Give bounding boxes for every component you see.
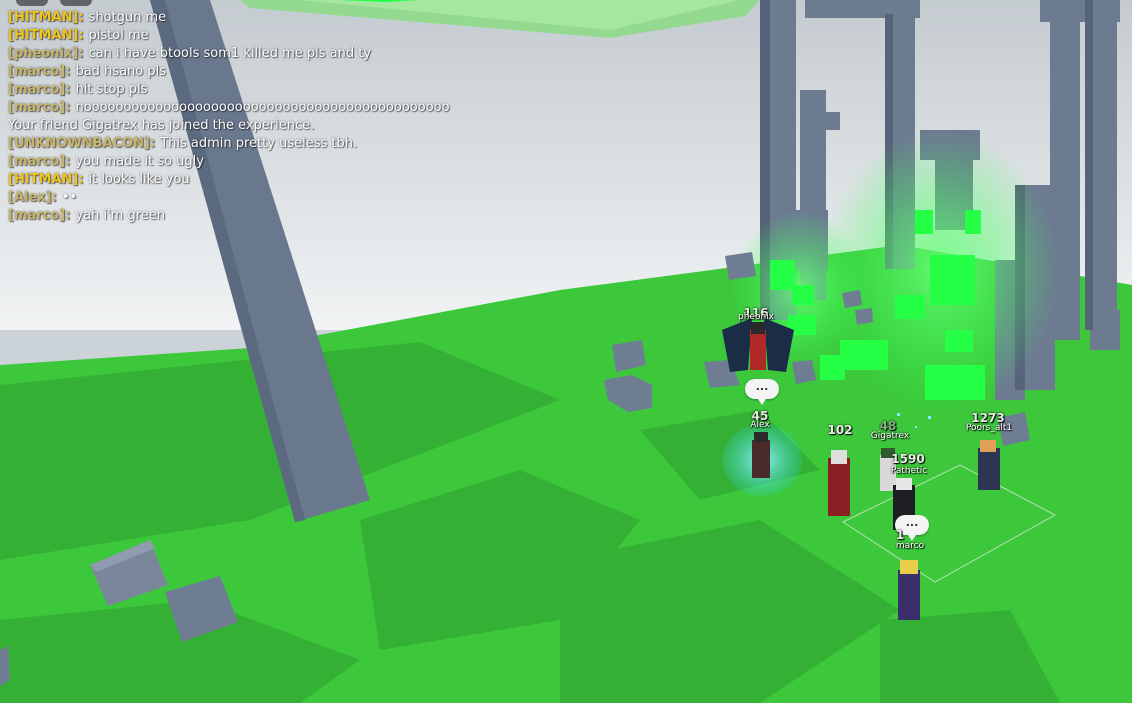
chat-sender[interactable]: [marco]: — [8, 100, 70, 115]
chat-text: hit stop pls — [75, 82, 148, 97]
chat-message: [pheonix]: can i have btools som1 killed … — [8, 45, 568, 63]
avatar-pheonix[interactable] — [722, 318, 794, 372]
chat-sender[interactable]: [pheonix]: — [8, 46, 84, 61]
chat-sender[interactable]: [marco]: — [8, 154, 70, 169]
chat-sender[interactable]: [HITMAN]: — [8, 172, 84, 187]
chat-message: [HITMAN]: shotgun me — [8, 9, 568, 27]
chat-sender[interactable]: [marco]: — [8, 208, 70, 223]
chat-message: [marco]: bad hsano pls — [8, 63, 568, 81]
chat-message: [marco]: nooooooooooooooooooooooooooooooo… — [8, 99, 568, 117]
chat-sender[interactable]: [UNKNOWNBACON]: — [8, 136, 155, 151]
nameplate-pheonix: pheonix — [738, 312, 774, 322]
chat-text: Your friend Gigatrex has joined the expe… — [8, 118, 315, 133]
avatar-unnamed[interactable] — [828, 450, 850, 516]
chat-text: pistol me — [88, 28, 149, 43]
chat-message: [marco]: you made it so ugly — [8, 153, 568, 171]
level-unnamed: 102 — [827, 423, 853, 437]
chat-message: Your friend Gigatrex has joined the expe… — [8, 117, 568, 135]
chat-sender[interactable]: [Alex]: — [8, 190, 57, 205]
chat-message: [marco]: hit stop pls — [8, 81, 568, 99]
chat-text: you made it so ugly — [75, 154, 204, 169]
chat-text: yah i'm green — [75, 208, 166, 223]
chat-text: nooooooooooooooooooooooooooooooooooooooo… — [75, 100, 450, 115]
nameplate-gigatrex: Gigatrex — [870, 431, 910, 441]
chat-sender[interactable]: [marco]: — [8, 82, 70, 97]
chat-message: [Alex]: •• — [8, 189, 568, 207]
chat-sender[interactable]: [HITMAN]: — [8, 28, 84, 43]
chat-message: [HITMAN]: it looks like you — [8, 171, 568, 189]
nameplate-poors: Poors_alt1 — [965, 423, 1013, 433]
chat-message: [UNKNOWNBACON]: This admin pretty useless… — [8, 135, 568, 153]
chat-text: shotgun me — [88, 10, 167, 25]
chat-bubble-alex: ... — [745, 379, 779, 405]
chat-message: [marco]: yah i'm green — [8, 207, 568, 225]
roblox-menu-button[interactable] — [16, 0, 48, 6]
avatar-alex[interactable] — [722, 424, 802, 496]
chat-window: [HITMAN]: shotgun me [HITMAN]: pistol me [ph… — [8, 9, 568, 225]
chat-text: This admin pretty useless tbh. — [160, 136, 358, 151]
chat-message: [HITMAN]: pistol me — [8, 27, 568, 45]
chat-text: can i have btools som1 killed me pls and… — [88, 46, 372, 61]
chat-text: •• — [61, 190, 78, 205]
level-marco: 1 — [895, 528, 905, 542]
chat-toggle-button[interactable] — [60, 0, 92, 6]
chat-text: it looks like you — [88, 172, 190, 187]
nameplate-marco: marco — [895, 541, 925, 551]
nameplate-pathetic: Pathetic — [890, 466, 928, 476]
chat-sender[interactable]: [HITMAN]: — [8, 10, 84, 25]
nameplate-alex: Alex — [750, 420, 770, 430]
chat-sender[interactable]: [marco]: — [8, 64, 70, 79]
level-pathetic: 1590 — [891, 452, 925, 466]
avatar-marco[interactable] — [898, 560, 920, 620]
chat-text: bad hsano pls — [75, 64, 166, 79]
